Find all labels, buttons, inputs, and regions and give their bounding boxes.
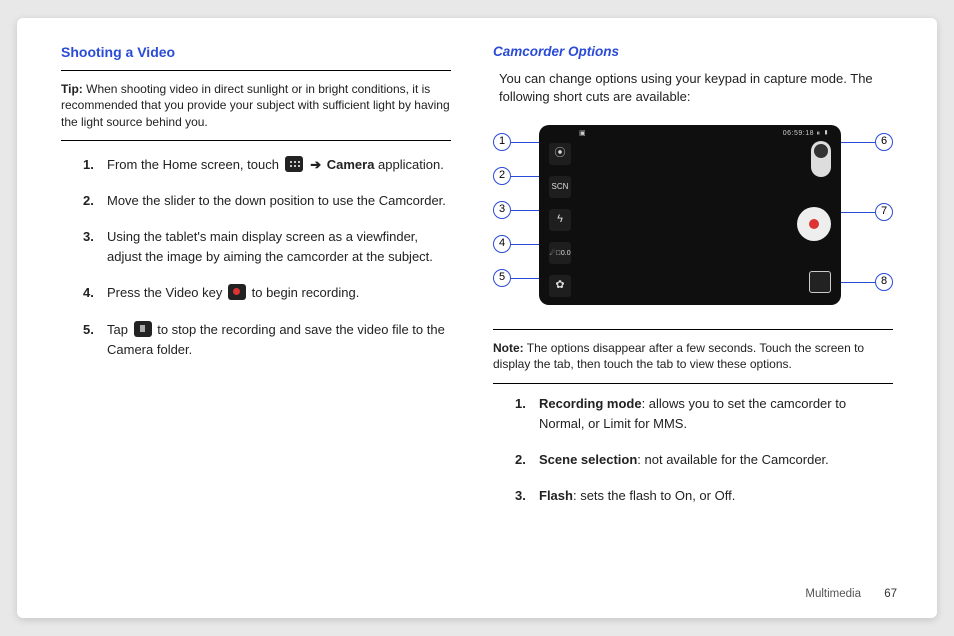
record-icon: [228, 284, 246, 300]
recording-mode-icon: ⦿: [549, 143, 571, 165]
stop-icon: [134, 321, 152, 337]
step-text: Using the tablet's main display screen a…: [107, 227, 451, 267]
step-text: From the Home screen, touch ➔ Camera app…: [107, 155, 451, 175]
right-column: Camcorder Options You can change options…: [475, 42, 903, 600]
callout-2: 2: [493, 167, 511, 185]
item-number: 2.: [515, 450, 539, 470]
step-1: 1. From the Home screen, touch ➔ Camera …: [83, 155, 451, 175]
step-number: 4.: [83, 283, 107, 303]
item-number: 1.: [515, 394, 539, 434]
item-text: Recording mode: allows you to set the ca…: [539, 394, 893, 434]
right-side-controls: [797, 141, 831, 293]
apps-grid-icon: [285, 156, 303, 172]
item-text: Scene selection: not available for the C…: [539, 450, 893, 470]
tip-text: When shooting video in direct sunlight o…: [61, 82, 450, 128]
mode-switch: [811, 141, 831, 177]
step-text: Move the slider to the down position to …: [107, 191, 451, 211]
intro-text: You can change options using your keypad…: [499, 70, 893, 108]
record-button: [797, 207, 831, 241]
callout-lead: [841, 212, 875, 213]
device-screenshot: ▣ 06:59:18 ⏸ ▮ ⦿ SCN ϟ ☄︎ 0.0 ✿: [539, 125, 841, 305]
heading-shooting-video: Shooting a Video: [61, 42, 451, 62]
callout-lead: [841, 142, 875, 143]
step-2: 2. Move the slider to the down position …: [83, 191, 451, 211]
camcorder-diagram: 1 2 3 4 5 6 7 8 ▣ 06:59:18 ⏸ ▮ ⦿ SCN: [493, 117, 893, 317]
item-text: Flash: sets the flash to On, or Off.: [539, 486, 893, 506]
status-bar-right: 06:59:18 ⏸ ▮: [783, 129, 829, 139]
step-5: 5. Tap to stop the recording and save th…: [83, 320, 451, 360]
page-footer: Multimedia 67: [805, 588, 897, 600]
callout-5: 5: [493, 269, 511, 287]
note-text: The options disappear after a few second…: [493, 341, 864, 371]
item-number: 3.: [515, 486, 539, 506]
rule: [493, 329, 893, 330]
left-column: Shooting a Video Tip: When shooting vide…: [51, 42, 475, 600]
status-bar-left: ▣: [579, 129, 586, 139]
arrow-icon: ➔: [310, 157, 321, 172]
step-number: 3.: [83, 227, 107, 267]
step-number: 5.: [83, 320, 107, 360]
options-list: 1. Recording mode: allows you to set the…: [515, 394, 893, 507]
exposure-icon: ☄︎ 0.0: [549, 242, 571, 264]
step-number: 1.: [83, 155, 107, 175]
callout-7: 7: [875, 203, 893, 221]
steps-list: 1. From the Home screen, touch ➔ Camera …: [83, 155, 451, 360]
callout-3: 3: [493, 201, 511, 219]
gallery-thumbnail: [809, 271, 831, 293]
callout-4: 4: [493, 235, 511, 253]
manual-page: Shooting a Video Tip: When shooting vide…: [17, 18, 937, 618]
step-3: 3. Using the tablet's main display scree…: [83, 227, 451, 267]
note-box: Note: The options disappear after a few …: [493, 338, 893, 376]
step-text: Tap to stop the recording and save the v…: [107, 320, 451, 360]
camera-app-label: Camera: [327, 157, 375, 172]
callout-8: 8: [875, 273, 893, 291]
step-text: Press the Video key to begin recording.: [107, 283, 451, 303]
scene-icon: SCN: [549, 176, 571, 198]
option-1: 1. Recording mode: allows you to set the…: [515, 394, 893, 434]
tip-box: Tip: When shooting video in direct sunli…: [61, 79, 451, 134]
footer-section: Multimedia: [805, 588, 861, 600]
left-side-icons: ⦿ SCN ϟ ☄︎ 0.0 ✿: [549, 143, 571, 297]
callout-1: 1: [493, 133, 511, 151]
rule: [61, 140, 451, 141]
flash-icon: ϟ: [549, 209, 571, 231]
callout-6: 6: [875, 133, 893, 151]
rule: [61, 70, 451, 71]
tip-label: Tip:: [61, 82, 83, 96]
rule: [493, 383, 893, 384]
option-2: 2. Scene selection: not available for th…: [515, 450, 893, 470]
callout-lead: [841, 282, 875, 283]
option-3: 3. Flash: sets the flash to On, or Off.: [515, 486, 893, 506]
note-label: Note:: [493, 341, 524, 355]
step-number: 2.: [83, 191, 107, 211]
step-4: 4. Press the Video key to begin recordin…: [83, 283, 451, 303]
settings-icon: ✿: [549, 275, 571, 297]
footer-page-number: 67: [884, 588, 897, 600]
heading-camcorder-options: Camcorder Options: [493, 42, 893, 62]
